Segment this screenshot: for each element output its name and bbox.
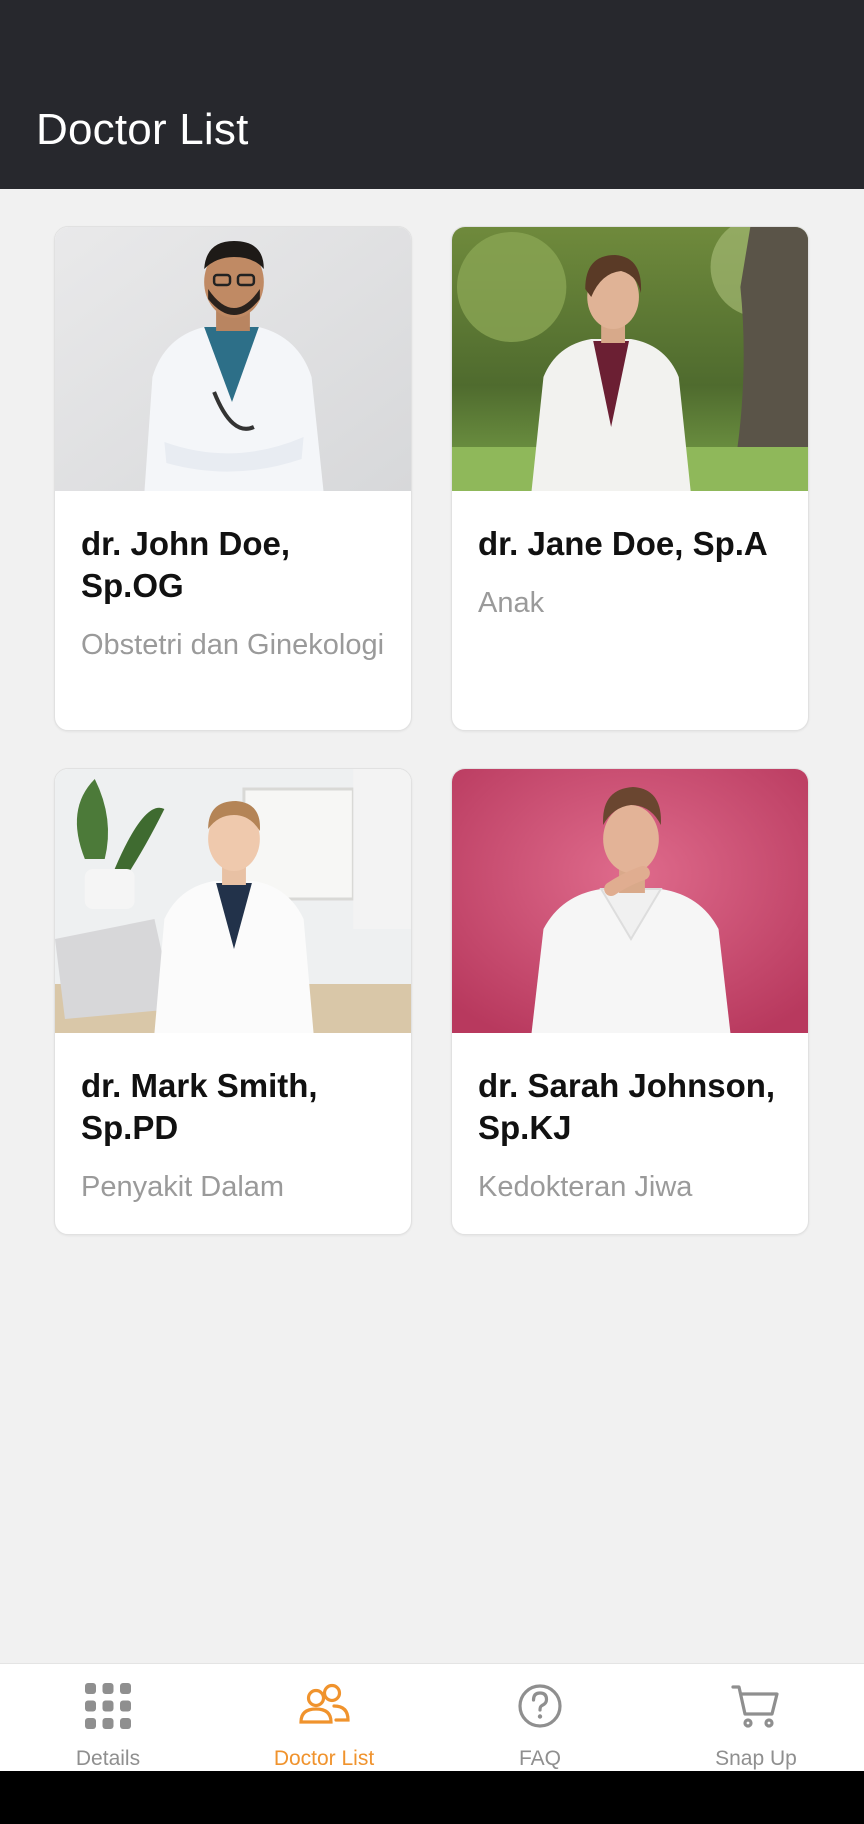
question-circle-icon bbox=[518, 1684, 562, 1728]
app-screen: Doctor List dr. John Doe, Sp.OG Obstetri… bbox=[0, 0, 864, 1824]
tab-snap-up[interactable]: Snap Up bbox=[648, 1664, 864, 1771]
tab-details[interactable]: Details bbox=[0, 1664, 216, 1771]
app-header: Doctor List bbox=[0, 0, 864, 189]
doctor-specialty: Kedokteran Jiwa bbox=[478, 1171, 693, 1203]
doctor-card[interactable]: dr. Jane Doe, Sp.A Anak bbox=[451, 226, 809, 731]
tab-label: Doctor List bbox=[273, 1747, 375, 1770]
doctor-card[interactable]: dr. Mark Smith, Sp.PD Penyakit Dalam bbox=[54, 768, 412, 1235]
doctor-photo bbox=[452, 227, 808, 491]
doctor-photo bbox=[55, 227, 411, 491]
doctor-photo bbox=[452, 769, 808, 1033]
system-navigation-bar bbox=[0, 1771, 864, 1824]
doctor-name: dr. John Doe, Sp.OG bbox=[81, 525, 291, 604]
doctor-specialty: Anak bbox=[478, 587, 545, 619]
tab-label: Details bbox=[75, 1747, 141, 1770]
tab-doctor-list[interactable]: Doctor List bbox=[216, 1664, 432, 1771]
doctor-card[interactable]: dr. John Doe, Sp.OG Obstetri dan Ginekol… bbox=[54, 226, 412, 731]
page-title: Doctor List bbox=[36, 105, 249, 154]
doctor-photo bbox=[55, 769, 411, 1033]
tab-label: Snap Up bbox=[715, 1747, 797, 1770]
bottom-tab-bar: Details Doctor List FAQ Snap Up bbox=[0, 1663, 864, 1771]
doctor-specialty: Obstetri dan Ginekologi bbox=[81, 629, 385, 661]
doctor-name: dr. Sarah Johnson, Sp.KJ bbox=[478, 1067, 776, 1146]
users-icon bbox=[299, 1683, 350, 1724]
grid-icon bbox=[85, 1683, 131, 1729]
doctor-name: dr. Jane Doe, Sp.A bbox=[478, 525, 768, 562]
tab-label: FAQ bbox=[518, 1747, 561, 1770]
doctor-name: dr. Mark Smith, Sp.PD bbox=[81, 1067, 318, 1146]
doctor-specialty: Penyakit Dalam bbox=[81, 1171, 285, 1203]
tab-faq[interactable]: FAQ bbox=[432, 1664, 648, 1771]
cart-icon bbox=[731, 1685, 779, 1728]
doctor-card[interactable]: dr. Sarah Johnson, Sp.KJ Kedokteran Jiwa bbox=[451, 768, 809, 1235]
